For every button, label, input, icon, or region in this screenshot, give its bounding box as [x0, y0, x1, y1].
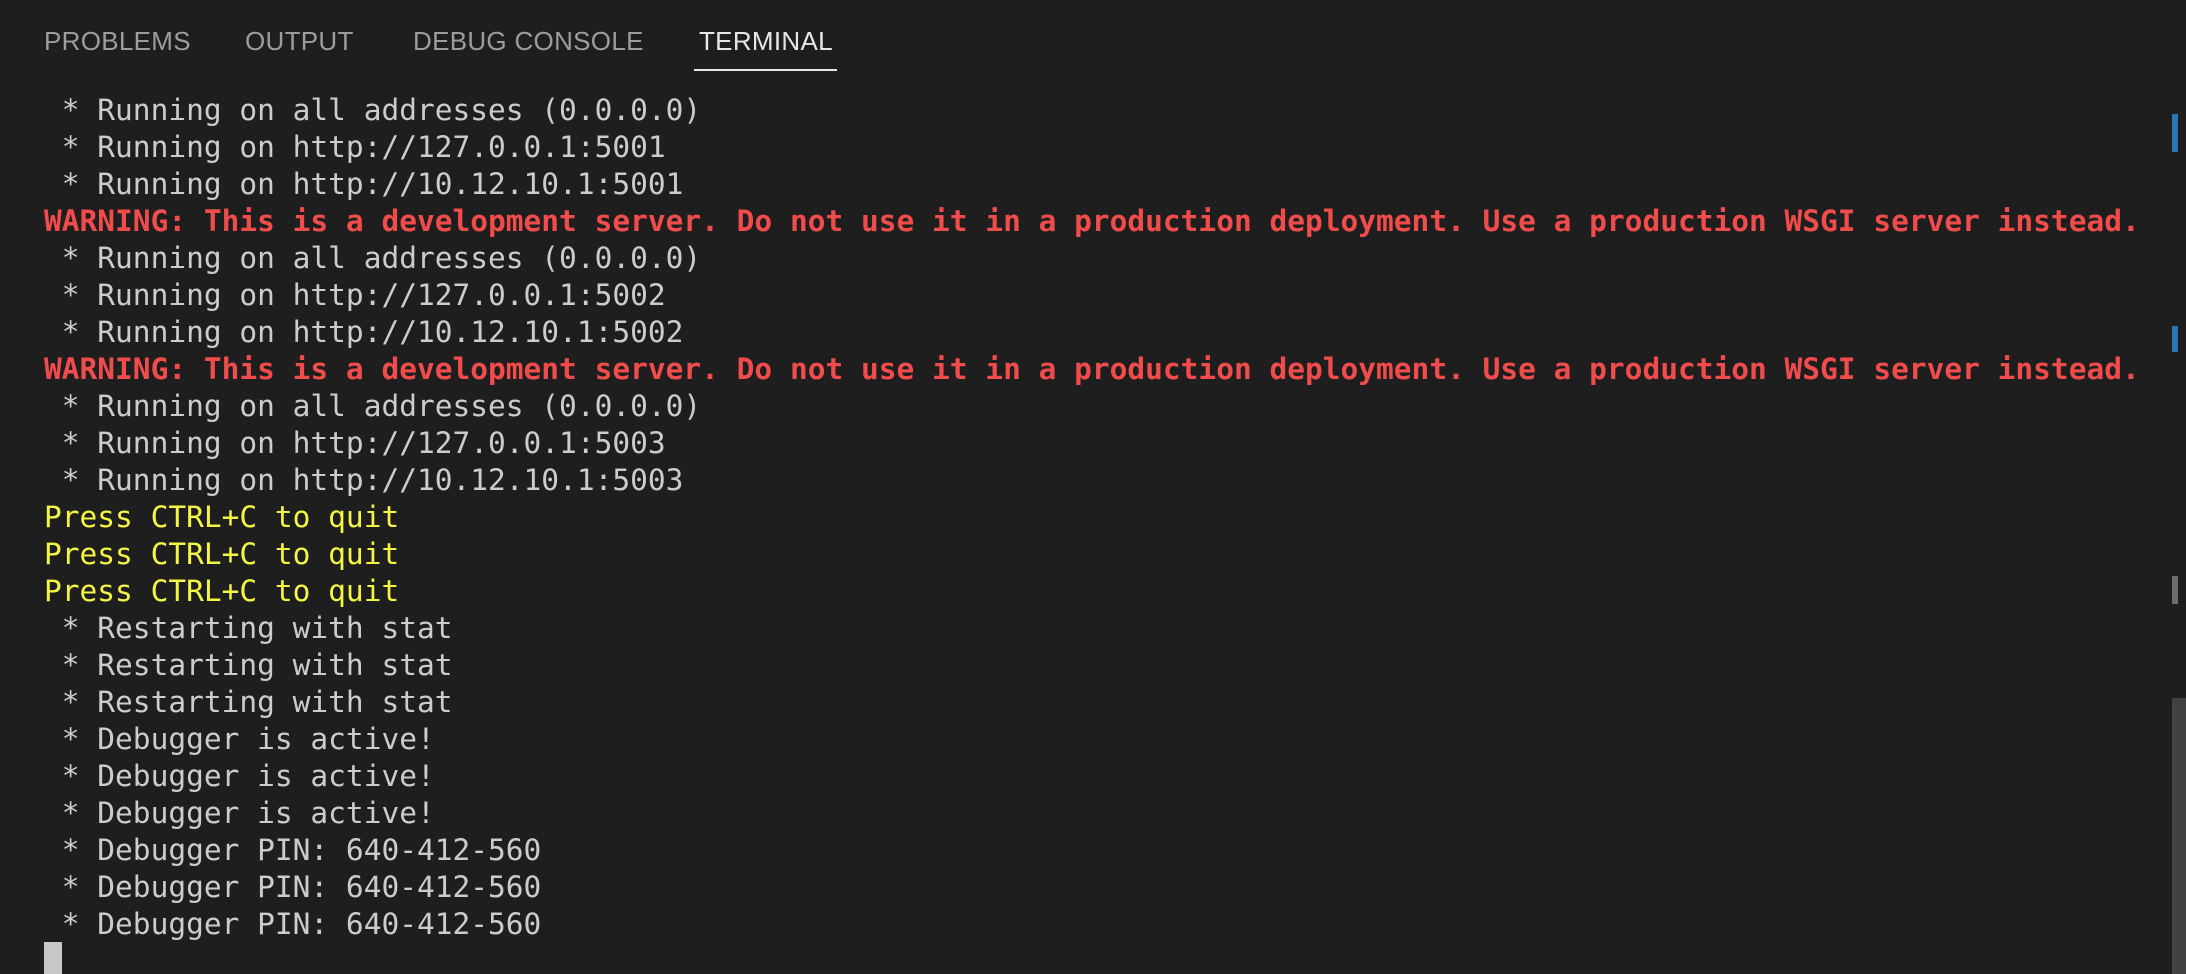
terminal-line: * Running on all addresses (0.0.0.0) [44, 241, 702, 275]
active-tab-indicator [694, 69, 837, 71]
tab-debug-console[interactable]: DEBUG CONSOLE [413, 26, 644, 57]
terminal-line: * Running on http://127.0.0.1:5002 [44, 278, 666, 312]
terminal-warning-line: WARNING: This is a development server. D… [44, 204, 2140, 238]
terminal-line: * Restarting with stat [44, 685, 453, 719]
terminal-line: * Restarting with stat [44, 648, 453, 682]
terminal-line: * Restarting with stat [44, 611, 453, 645]
scrollbar-marker [2172, 576, 2178, 604]
tab-problems[interactable]: PROBLEMS [44, 26, 191, 57]
terminal-line: * Running on http://10.12.10.1:5001 [44, 167, 684, 201]
terminal-line: * Debugger PIN: 640-412-560 [44, 833, 542, 867]
tab-output[interactable]: OUTPUT [245, 26, 354, 57]
terminal-line: * Debugger PIN: 640-412-560 [44, 870, 542, 904]
terminal-line: * Running on http://10.12.10.1:5003 [44, 463, 684, 497]
terminal-line: * Debugger is active! [44, 759, 435, 793]
panel-tab-bar: PROBLEMS OUTPUT DEBUG CONSOLE TERMINAL [0, 0, 2186, 76]
terminal-line: * Running on http://127.0.0.1:5003 [44, 426, 666, 460]
terminal-warning-line: WARNING: This is a development server. D… [44, 352, 2140, 386]
terminal-quit-line: Press CTRL+C to quit [44, 537, 400, 571]
terminal-line: * Running on all addresses (0.0.0.0) [44, 93, 702, 127]
terminal-cursor [44, 942, 62, 974]
terminal-line: * Running on http://127.0.0.1:5001 [44, 130, 666, 164]
terminal-line: * Debugger PIN: 640-412-560 [44, 907, 542, 941]
terminal-quit-line: Press CTRL+C to quit [44, 500, 400, 534]
terminal-line: * Debugger is active! [44, 796, 435, 830]
terminal-panel: PROBLEMS OUTPUT DEBUG CONSOLE TERMINAL *… [0, 0, 2186, 974]
terminal-line: * Running on http://10.12.10.1:5002 [44, 315, 684, 349]
terminal-output[interactable]: * Running on all addresses (0.0.0.0) * R… [0, 92, 2160, 974]
tab-terminal[interactable]: TERMINAL [699, 26, 833, 57]
terminal-quit-line: Press CTRL+C to quit [44, 574, 400, 608]
terminal-line: * Running on all addresses (0.0.0.0) [44, 389, 702, 423]
terminal-line: * Debugger is active! [44, 722, 435, 756]
scrollbar-marker [2172, 114, 2178, 152]
scrollbar-marker [2172, 326, 2178, 352]
scrollbar-thumb[interactable] [2172, 698, 2186, 974]
